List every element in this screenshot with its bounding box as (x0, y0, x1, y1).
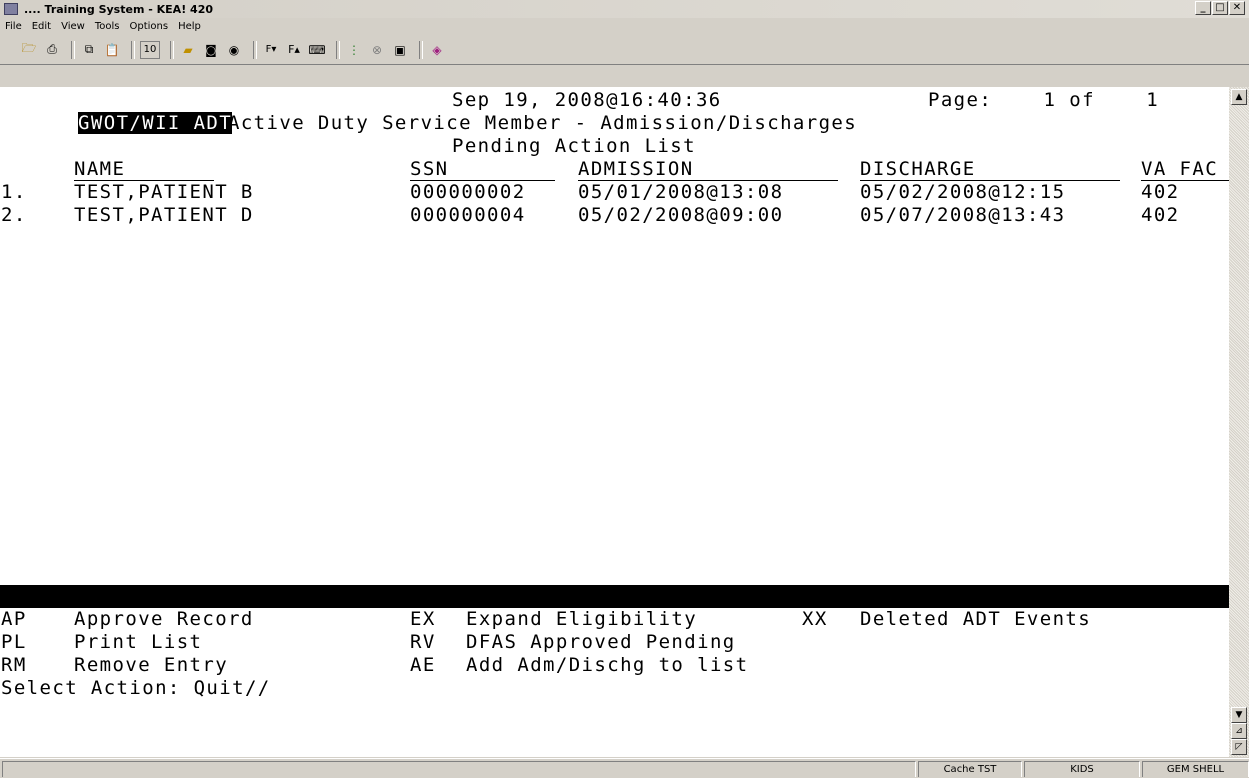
font-up-icon[interactable]: F▴ (285, 42, 303, 58)
row-name[interactable]: TEST,PATIENT B (74, 181, 254, 204)
stop-icon[interactable]: ⊗ (368, 42, 386, 58)
screen-title: Active Duty Service Member - Admission/D… (228, 112, 858, 134)
menu-view[interactable]: View (56, 21, 90, 32)
action-code[interactable]: AE (410, 654, 436, 677)
camera-icon[interactable]: ◙ (202, 42, 220, 58)
action-label[interactable]: DFAS Approved Pending (466, 631, 736, 654)
vertical-scrollbar[interactable]: ▲ ▼ ⊿ ◸ (1229, 87, 1249, 757)
action-label[interactable]: Remove Entry (74, 654, 228, 677)
toolbar-separator (336, 40, 340, 59)
row-number: 2. (1, 204, 27, 226)
row-admission: 05/02/2008@09:00 (578, 204, 784, 226)
action-code[interactable]: XX (802, 608, 828, 631)
title-bar: .... Training System - KEA! 420 _ □ ✕ (0, 0, 1249, 18)
window-controls: _ □ ✕ (1194, 1, 1245, 15)
row-discharge: 05/02/2008@12:15 (860, 181, 1066, 203)
row-name[interactable]: TEST,PATIENT D (74, 204, 254, 227)
page-up-icon[interactable]: ⊿ (1231, 723, 1247, 739)
open-icon[interactable]: 🗁 (20, 41, 38, 58)
row-admission: 05/01/2008@13:08 (578, 181, 784, 203)
print-icon[interactable]: ⎙ (43, 42, 61, 58)
toolbar-separator (253, 40, 257, 59)
action-code[interactable]: RV (410, 631, 436, 654)
traffic-light-icon[interactable]: ⋮ (345, 42, 363, 58)
col-header-ssn: SSN (410, 158, 449, 180)
menu-help[interactable]: Help (173, 21, 206, 32)
toolbar: 🗁 ⎙ ⧉ 📋 10 ▰ ◙ ◉ F▾ F▴ ⌨ ⋮ ⊗ ▣ ◈ (0, 35, 1249, 65)
font-down-icon[interactable]: F▾ (262, 42, 280, 58)
menu-edit[interactable]: Edit (27, 21, 56, 32)
toolbar-separator (419, 40, 423, 59)
col-header-admission: ADMISSION (578, 158, 694, 180)
action-prompt[interactable]: Select Action: Quit// (1, 677, 271, 700)
toolbar-separator (131, 40, 135, 59)
folder-icon[interactable]: ▰ (179, 42, 197, 58)
page-down-icon[interactable]: ◸ (1231, 739, 1247, 755)
action-code[interactable]: AP (1, 608, 27, 631)
scroll-up-icon[interactable]: ▲ (1231, 89, 1247, 105)
header-tag: GWOT/WII ADT (78, 112, 233, 134)
header-page: Page: 1 of 1 (928, 89, 1160, 111)
scroll-down-icon[interactable]: ▼ (1231, 707, 1247, 723)
keyboard-icon[interactable]: ⌨ (308, 42, 326, 58)
row-discharge: 05/07/2008@13:43 (860, 204, 1066, 226)
action-label[interactable]: Add Adm/Dischg to list (466, 654, 748, 677)
minimize-button[interactable]: _ (1195, 1, 1211, 15)
capture-icon[interactable]: 10 (140, 40, 160, 59)
row-number: 1. (1, 181, 27, 203)
menu-options[interactable]: Options (124, 21, 173, 32)
paste-icon[interactable]: 📋 (103, 42, 121, 58)
action-label[interactable]: Deleted ADT Events (860, 608, 1091, 631)
display-icon[interactable]: ▣ (391, 42, 409, 58)
more-actions-indicator[interactable]: >>> (1184, 631, 1223, 654)
window-title: .... Training System - KEA! 420 (24, 2, 213, 16)
maximize-button[interactable]: □ (1212, 1, 1228, 15)
menu-bar: File Edit View Tools Options Help (0, 18, 1249, 35)
status-pane-main (2, 761, 916, 777)
screen-subtitle: Pending Action List (452, 135, 696, 157)
book-icon[interactable]: ◈ (428, 42, 446, 58)
action-label[interactable]: Expand Eligibility (466, 608, 697, 631)
menu-file[interactable]: File (0, 21, 27, 32)
close-button[interactable]: ✕ (1229, 1, 1245, 15)
header-date: Sep 19, 2008@16:40:36 (452, 89, 722, 111)
header-line: GWOT/WII ADT (1, 89, 233, 134)
action-label[interactable]: Print List (74, 631, 202, 654)
action-code[interactable]: EX (410, 608, 436, 631)
action-bar: Enter ?? for more actions >>> (0, 585, 1229, 653)
toolbar-separator (170, 40, 174, 59)
row-ssn: 000000004 (410, 204, 526, 226)
action-label[interactable]: Approve Record (74, 608, 254, 631)
row-ssn: 000000002 (410, 181, 526, 203)
toolbar-separator (71, 40, 75, 59)
copy-icon[interactable]: ⧉ (80, 42, 98, 58)
row-va-fac: 402 (1141, 181, 1180, 203)
status-pane-namespace: Cache TST (918, 761, 1022, 777)
status-pane-mode: KIDS (1024, 761, 1140, 777)
action-code[interactable]: RM (1, 654, 27, 677)
action-code[interactable]: PL (1, 631, 27, 654)
col-header-discharge: DISCHARGE (860, 158, 976, 180)
app-icon[interactable] (4, 3, 18, 15)
menu-tools[interactable]: Tools (90, 21, 125, 32)
col-header-name: NAME (74, 158, 126, 180)
row-va-fac: 402 (1141, 204, 1180, 226)
col-header-va-fac: VA FAC (1141, 158, 1219, 180)
status-pane-shell: GEM SHELL (1142, 761, 1249, 777)
terminal-window: .... Training System - KEA! 420 _ □ ✕ Fi… (0, 0, 1249, 777)
terminal-screen[interactable]: GWOT/WII ADT Sep 19, 2008@16:40:36 Page:… (0, 87, 1229, 757)
record-icon[interactable]: ◉ (225, 42, 243, 58)
status-bar: Cache TST KIDS GEM SHELL (0, 758, 1249, 777)
